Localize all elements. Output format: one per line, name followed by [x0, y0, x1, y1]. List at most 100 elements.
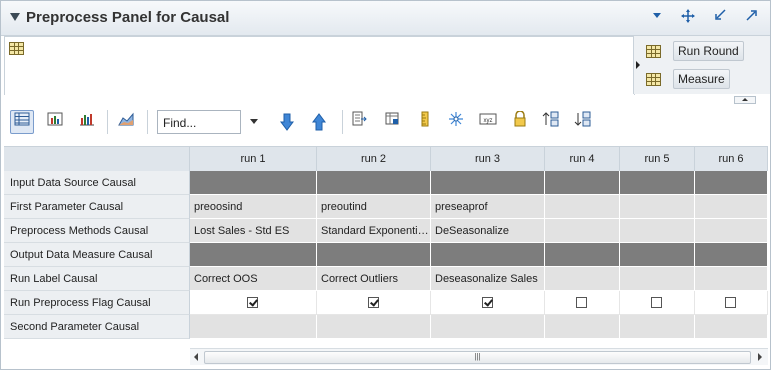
find-dropdown-icon[interactable] — [250, 119, 258, 124]
column-header[interactable]: run 6 — [695, 147, 768, 171]
run-round-button[interactable]: Run Round — [673, 41, 744, 61]
table-cell[interactable] — [431, 243, 545, 267]
collapse-toggle-button[interactable] — [734, 96, 756, 104]
column-header[interactable]: run 2 — [317, 147, 431, 171]
toolbar-separator — [147, 110, 148, 134]
find-previous-icon[interactable] — [312, 113, 326, 131]
table-cell[interactable]: Deseasonalize Sales — [431, 267, 545, 291]
row-header: Preprocess Methods Causal — [4, 219, 190, 243]
sparkle-icon[interactable] — [445, 111, 467, 133]
chart-view-icon[interactable] — [44, 111, 66, 133]
table-cell[interactable] — [431, 291, 545, 315]
run-flag-checkbox[interactable] — [576, 297, 587, 308]
grid-corner — [4, 147, 190, 171]
table-cell[interactable] — [620, 195, 695, 219]
table-cell[interactable]: preseaprof — [431, 195, 545, 219]
page-selector-area — [4, 36, 635, 96]
scroll-right-icon[interactable] — [758, 353, 762, 361]
collapse-panel-icon[interactable] — [10, 13, 20, 21]
run-flag-checkbox[interactable] — [725, 297, 736, 308]
table-cell[interactable]: Standard Exponenti… — [317, 219, 431, 243]
column-header[interactable]: run 5 — [620, 147, 695, 171]
table-view-icon[interactable] — [10, 110, 34, 134]
row-header: Input Data Source Causal — [4, 171, 190, 195]
bar-chart-icon[interactable] — [76, 111, 98, 133]
table-cell[interactable] — [190, 171, 317, 195]
table-cell[interactable] — [190, 243, 317, 267]
ruler-icon[interactable] — [414, 111, 436, 133]
table-cell[interactable] — [190, 315, 317, 339]
table-cell[interactable] — [545, 267, 620, 291]
expand-arrow-icon[interactable] — [636, 61, 640, 69]
lock-icon[interactable] — [509, 110, 531, 133]
run-flag-checkbox[interactable] — [481, 297, 493, 308]
measure-button[interactable]: Measure — [673, 69, 730, 89]
sort-descending-icon[interactable] — [572, 111, 594, 133]
table-cell[interactable] — [620, 267, 695, 291]
svg-text:xyz: xyz — [484, 118, 493, 124]
table-cell[interactable]: DeSeasonalize — [431, 219, 545, 243]
table-cell[interactable] — [545, 219, 620, 243]
table-cell[interactable] — [317, 315, 431, 339]
run-flag-checkbox[interactable] — [367, 297, 379, 308]
table-cell[interactable] — [695, 267, 768, 291]
table-cell[interactable]: Correct Outliers — [317, 267, 431, 291]
data-grid: run 1 run 2 run 3 run 4 run 5 run 6 Input Data… — [4, 146, 768, 347]
table-cell[interactable] — [317, 243, 431, 267]
table-cell[interactable] — [620, 171, 695, 195]
table-cell[interactable] — [620, 315, 695, 339]
table-cell[interactable] — [695, 171, 768, 195]
sort-ascending-icon[interactable] — [540, 111, 562, 133]
table-cell[interactable]: Correct OOS — [190, 267, 317, 291]
table-cell[interactable] — [620, 219, 695, 243]
table-cell[interactable]: preoosind — [190, 195, 317, 219]
table-cell[interactable] — [431, 315, 545, 339]
table-cell[interactable] — [695, 195, 768, 219]
column-header[interactable]: run 4 — [545, 147, 620, 171]
table-cell[interactable] — [317, 171, 431, 195]
area-chart-icon[interactable] — [115, 111, 137, 133]
move-icon[interactable] — [680, 9, 696, 25]
table-cell[interactable] — [545, 291, 620, 315]
table-cell[interactable]: preoutind — [317, 195, 431, 219]
row-header: Run Label Causal — [4, 267, 190, 291]
restore-icon[interactable] — [712, 9, 728, 25]
xyz-icon[interactable]: xyz — [477, 111, 499, 133]
table-cell[interactable] — [695, 219, 768, 243]
table-cell[interactable]: Lost Sales - Std ES — [190, 219, 317, 243]
table-cell[interactable] — [545, 171, 620, 195]
row-header: First Parameter Causal — [4, 195, 190, 219]
table-cell[interactable] — [695, 315, 768, 339]
table-cell[interactable] — [545, 195, 620, 219]
column-header[interactable]: run 3 — [431, 147, 545, 171]
export-icon[interactable] — [348, 111, 370, 133]
table-cell[interactable] — [431, 171, 545, 195]
horizontal-scrollbar[interactable]: ||| — [190, 348, 768, 365]
scrollbar-thumb[interactable]: ||| — [204, 351, 751, 364]
table-cell[interactable] — [695, 291, 768, 315]
panel-header: Preprocess Panel for Causal — [1, 1, 770, 36]
table-cell[interactable] — [620, 291, 695, 315]
grid-icon — [646, 73, 661, 86]
find-input[interactable]: Find... — [157, 110, 241, 134]
scroll-left-icon[interactable] — [194, 353, 198, 361]
toolbar-separator — [342, 110, 343, 134]
column-header[interactable]: run 1 — [190, 147, 317, 171]
splitter[interactable] — [633, 36, 642, 94]
toolbar-separator — [107, 110, 108, 134]
run-flag-checkbox[interactable] — [651, 297, 662, 308]
table-cell[interactable] — [190, 291, 317, 315]
table-cell[interactable] — [620, 243, 695, 267]
chevron-down-icon[interactable] — [649, 9, 665, 25]
table-cell[interactable] — [695, 243, 768, 267]
toolbar: Find... xyz — [4, 104, 768, 140]
collapse-strip — [1, 95, 770, 104]
run-flag-checkbox[interactable] — [247, 297, 258, 308]
find-next-icon[interactable] — [280, 113, 294, 131]
table-cell[interactable] — [545, 315, 620, 339]
maximize-icon[interactable] — [744, 9, 760, 25]
edit-icon[interactable] — [381, 111, 403, 133]
table-cell[interactable] — [545, 243, 620, 267]
grid-icon[interactable] — [9, 42, 24, 55]
table-cell[interactable] — [317, 291, 431, 315]
